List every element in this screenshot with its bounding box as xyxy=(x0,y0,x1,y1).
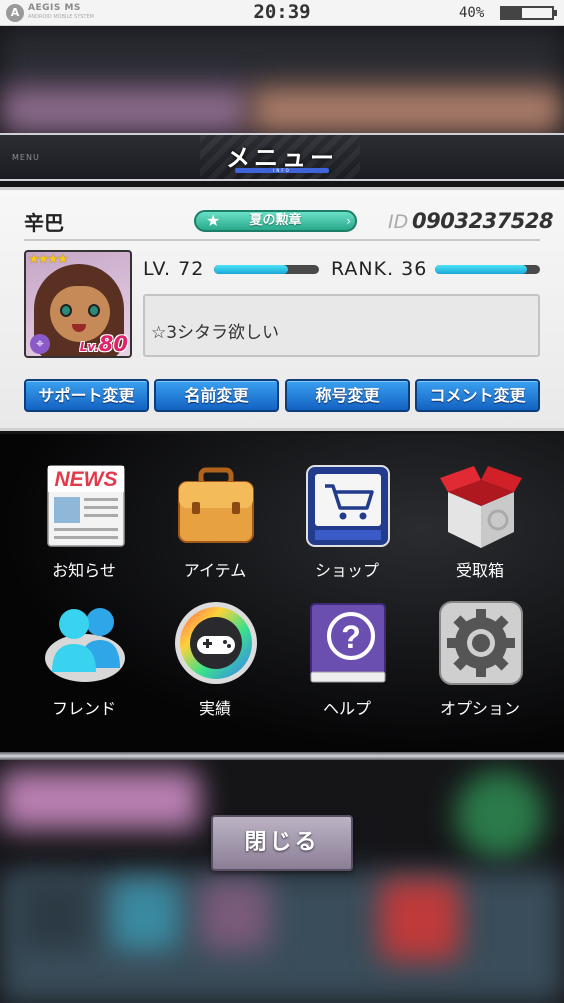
name-divider xyxy=(24,239,540,241)
menu-label-friends: フレンド xyxy=(51,699,116,718)
change-comment-button[interactable]: コメント変更 xyxy=(415,379,540,412)
menu-label-present-box: 受取箱 xyxy=(455,561,504,580)
title-badge[interactable]: ★ 夏の勲章 › xyxy=(194,210,357,232)
profile-panel: 辛巴 ★ 夏の勲章 › ID 0903237528 ★★★★ ⌖ Lv.80 L… xyxy=(0,187,564,431)
menu-label-options: オプション xyxy=(439,699,520,718)
status-bar: A AEGIS MS ANDROID MOBILE SYSTEM 20:39 4… xyxy=(0,0,564,26)
change-support-button[interactable]: サポート変更 xyxy=(24,379,149,412)
id-label: ID xyxy=(388,211,409,233)
news-icon: NEWS xyxy=(47,465,125,547)
menu-item-news[interactable]: NEWS お知らせ xyxy=(24,462,144,592)
menu-item-present-box[interactable]: 受取箱 xyxy=(420,462,540,592)
crosshair-icon: ⌖ xyxy=(30,334,50,354)
support-character-card[interactable]: ★★★★ ⌖ Lv.80 xyxy=(24,250,132,358)
level-gauge-fill xyxy=(214,265,288,274)
menu-bottom-divider xyxy=(0,752,564,760)
gear-icon xyxy=(439,601,523,685)
rarity-stars: ★★★★ xyxy=(28,252,69,267)
help-book-icon: ? xyxy=(310,603,386,683)
level-gauge xyxy=(214,265,319,274)
battery-percent: 40% xyxy=(459,5,485,21)
player-id: 0903237528 xyxy=(412,209,554,233)
svg-text:NEWS: NEWS xyxy=(55,468,118,491)
battery-fill xyxy=(502,8,522,18)
menu-item-shop[interactable]: ショップ xyxy=(287,462,407,592)
gamepad-icon xyxy=(175,602,257,684)
shopping-cart-icon xyxy=(306,465,390,547)
svg-text:?: ? xyxy=(341,619,361,655)
level-label: LV. 72 xyxy=(143,258,205,280)
battery-tip xyxy=(554,10,557,16)
menu-item-help[interactable]: ? ヘルプ xyxy=(287,600,407,730)
comment-box: ☆3シタラ欲しい xyxy=(143,294,540,357)
rank-gauge-fill xyxy=(435,265,528,274)
menu-item-friends[interactable]: フレンド xyxy=(24,600,144,730)
menu-label-shop: ショップ xyxy=(314,561,379,580)
menu-label-help: ヘルプ xyxy=(322,699,371,718)
player-name: 辛巴 xyxy=(24,211,64,235)
menu-label-items: アイテム xyxy=(183,561,247,580)
menu-label-news: お知らせ xyxy=(52,561,116,580)
friends-icon xyxy=(45,608,125,682)
menu-item-options[interactable]: オプション xyxy=(420,600,540,730)
battery-icon xyxy=(500,6,554,20)
menu-title-sub: INFO xyxy=(273,168,291,173)
briefcase-icon xyxy=(178,467,254,543)
change-name-button[interactable]: 名前変更 xyxy=(154,379,279,412)
close-button[interactable]: 閉じる xyxy=(211,815,353,871)
rank-gauge xyxy=(435,265,540,274)
menu-item-achievements[interactable]: 実績 xyxy=(155,600,275,730)
rank-label: RANK. 36 xyxy=(331,258,428,280)
title-badge-label: 夏の勲章 xyxy=(249,213,302,228)
menu-label-achievements: 実績 xyxy=(198,699,231,718)
change-title-button[interactable]: 称号変更 xyxy=(285,379,410,412)
comment-text: ☆3シタラ欲しい xyxy=(151,323,280,343)
menu-grid: NEWS お知らせ アイテム ショップ 受取箱 フレンド 実績 ? ヘルプ オプ… xyxy=(0,434,564,752)
menu-header: MENU メニュー INFO xyxy=(0,133,564,181)
chevron-right-icon: › xyxy=(346,214,351,228)
menu-item-items[interactable]: アイテム xyxy=(155,462,275,592)
gift-box-icon xyxy=(440,466,522,548)
card-level: Lv.80 xyxy=(79,332,128,356)
